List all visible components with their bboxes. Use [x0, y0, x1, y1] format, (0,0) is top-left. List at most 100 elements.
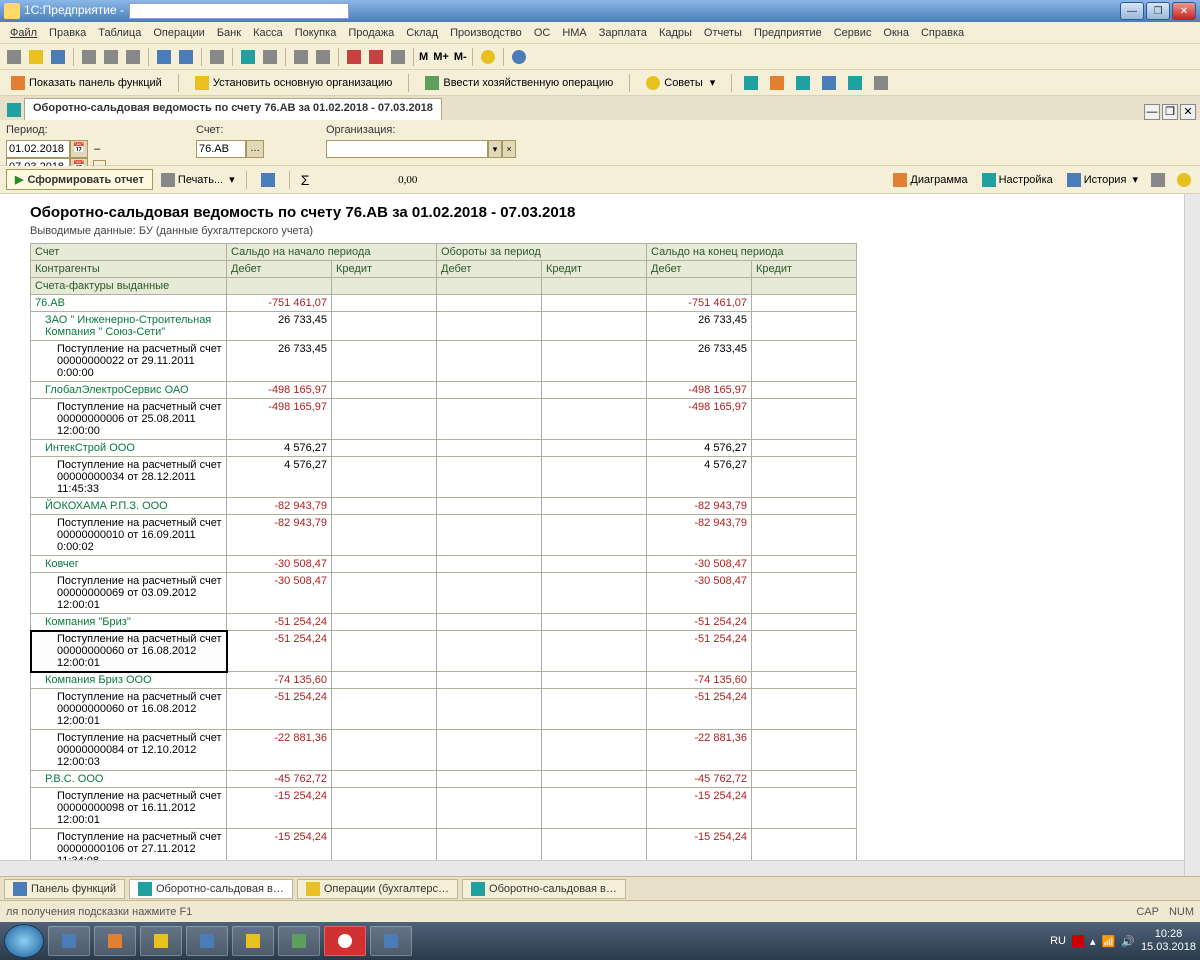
table-row[interactable]: ИнтекСтрой ООО4 576,274 576,27 — [31, 440, 857, 457]
row-d1[interactable]: 4 576,27 — [227, 457, 332, 498]
taskbar-word[interactable] — [186, 926, 228, 956]
row-d3[interactable]: -498 165,97 — [647, 382, 752, 399]
bottom-tab[interactable]: Панель функций — [4, 879, 125, 899]
grid3-icon[interactable] — [388, 47, 408, 67]
row-d1[interactable]: 26 733,45 — [227, 312, 332, 341]
row-k1[interactable] — [332, 631, 437, 672]
row-k3[interactable] — [752, 341, 857, 382]
row-k3[interactable] — [752, 631, 857, 672]
row-k2[interactable] — [542, 457, 647, 498]
menu-table[interactable]: Таблица — [92, 24, 147, 42]
taskbar-app1[interactable] — [278, 926, 320, 956]
filter-icon[interactable] — [1148, 170, 1168, 190]
taskbar-app2[interactable] — [370, 926, 412, 956]
row-name[interactable]: ЗАО " Инженерно-Строительная Компания " … — [31, 312, 227, 341]
table-row[interactable]: Поступление на расчетный счет 0000000006… — [31, 689, 857, 730]
row-d3[interactable]: -30 508,47 — [647, 556, 752, 573]
row-k1[interactable] — [332, 382, 437, 399]
row-k1[interactable] — [332, 730, 437, 771]
row-k3[interactable] — [752, 457, 857, 498]
row-d2[interactable] — [437, 440, 542, 457]
row-k1[interactable] — [332, 689, 437, 730]
row-k3[interactable] — [752, 440, 857, 457]
row-k1[interactable] — [332, 295, 437, 312]
tips-button[interactable]: Советы ▾ — [639, 72, 722, 94]
report-grid[interactable]: Счет Сальдо на начало периода Обороты за… — [30, 243, 857, 870]
row-d1[interactable]: -30 508,47 — [227, 556, 332, 573]
row-d3[interactable]: 26 733,45 — [647, 312, 752, 341]
row-d1[interactable]: -82 943,79 — [227, 515, 332, 556]
report-body[interactable]: Оборотно-сальдовая ведомость по счету 76… — [0, 194, 1200, 870]
row-k1[interactable] — [332, 614, 437, 631]
table-row[interactable]: ЙОКОХАМА Р.П.З. ООО-82 943,79-82 943,79 — [31, 498, 857, 515]
table-row[interactable]: Поступление на расчетный счет 0000000006… — [31, 573, 857, 614]
tray-vol-icon[interactable]: 🔊 — [1121, 935, 1135, 948]
set-org-button[interactable]: Установить основную организацию — [188, 72, 400, 94]
menu-warehouse[interactable]: Склад — [400, 24, 444, 42]
row-name[interactable]: 76.АВ — [31, 295, 227, 312]
row-k3[interactable] — [752, 295, 857, 312]
row-d3[interactable]: 4 576,27 — [647, 440, 752, 457]
menu-intangible[interactable]: НМА — [556, 24, 592, 42]
row-d3[interactable]: 4 576,27 — [647, 457, 752, 498]
row-d1[interactable]: -51 254,24 — [227, 689, 332, 730]
save-report-icon[interactable] — [258, 170, 278, 190]
row-d2[interactable] — [437, 771, 542, 788]
row-k3[interactable] — [752, 312, 857, 341]
row-d1[interactable]: -51 254,24 — [227, 614, 332, 631]
doc-close-button[interactable]: ✕ — [1180, 104, 1196, 120]
row-k3[interactable] — [752, 672, 857, 689]
row-name[interactable]: Поступление на расчетный счет 0000000008… — [31, 730, 227, 771]
row-k3[interactable] — [752, 730, 857, 771]
menu-staff[interactable]: Кадры — [653, 24, 698, 42]
row-d2[interactable] — [437, 498, 542, 515]
row-k2[interactable] — [542, 295, 647, 312]
table-row[interactable]: Компания "Бриз"-51 254,24-51 254,24 — [31, 614, 857, 631]
row-d2[interactable] — [437, 382, 542, 399]
extra3-icon[interactable] — [793, 73, 813, 93]
row-k3[interactable] — [752, 573, 857, 614]
undo-icon[interactable] — [154, 47, 174, 67]
row-k2[interactable] — [542, 312, 647, 341]
info-icon[interactable] — [509, 47, 529, 67]
row-k2[interactable] — [542, 614, 647, 631]
cut-icon[interactable] — [79, 47, 99, 67]
row-k2[interactable] — [542, 556, 647, 573]
row-k1[interactable] — [332, 498, 437, 515]
row-name[interactable]: Компания "Бриз" — [31, 614, 227, 631]
table-row[interactable]: Поступление на расчетный счет 0000000009… — [31, 788, 857, 829]
row-k2[interactable] — [542, 382, 647, 399]
row-name[interactable]: Поступление на расчетный счет 0000000006… — [31, 631, 227, 672]
row-name[interactable]: Поступление на расчетный счет 0000000006… — [31, 689, 227, 730]
extra5-icon[interactable] — [845, 73, 865, 93]
print-button[interactable]: Печать... ▾ — [161, 173, 235, 187]
row-k2[interactable] — [542, 498, 647, 515]
tray-clock[interactable]: 10:28 15.03.2018 — [1141, 928, 1196, 954]
tray-net-icon[interactable]: 📶 — [1102, 935, 1116, 948]
row-k1[interactable] — [332, 573, 437, 614]
row-d2[interactable] — [437, 672, 542, 689]
row-d2[interactable] — [437, 573, 542, 614]
row-k1[interactable] — [332, 788, 437, 829]
row-name[interactable]: Компания Бриз ООО — [31, 672, 227, 689]
paste-icon[interactable] — [123, 47, 143, 67]
row-d2[interactable] — [437, 689, 542, 730]
menu-cash[interactable]: Касса — [247, 24, 289, 42]
menu-help[interactable]: Справка — [915, 24, 970, 42]
row-k2[interactable] — [542, 788, 647, 829]
table-row[interactable]: Компания Бриз ООО-74 135,60-74 135,60 — [31, 672, 857, 689]
row-d3[interactable]: -82 943,79 — [647, 515, 752, 556]
row-k3[interactable] — [752, 788, 857, 829]
taskbar-1c[interactable] — [232, 926, 274, 956]
extra4-icon[interactable] — [819, 73, 839, 93]
m-minus[interactable]: M- — [451, 51, 467, 63]
org-dropdown-button[interactable]: ▾ — [488, 140, 502, 158]
extra6-icon[interactable] — [871, 73, 891, 93]
row-k2[interactable] — [542, 672, 647, 689]
row-name[interactable]: Ковчег — [31, 556, 227, 573]
row-d2[interactable] — [437, 614, 542, 631]
preview-icon[interactable] — [313, 47, 333, 67]
row-d3[interactable]: -74 135,60 — [647, 672, 752, 689]
table-row[interactable]: Поступление на расчетный счет 0000000001… — [31, 515, 857, 556]
row-name[interactable]: ЙОКОХАМА Р.П.З. ООО — [31, 498, 227, 515]
